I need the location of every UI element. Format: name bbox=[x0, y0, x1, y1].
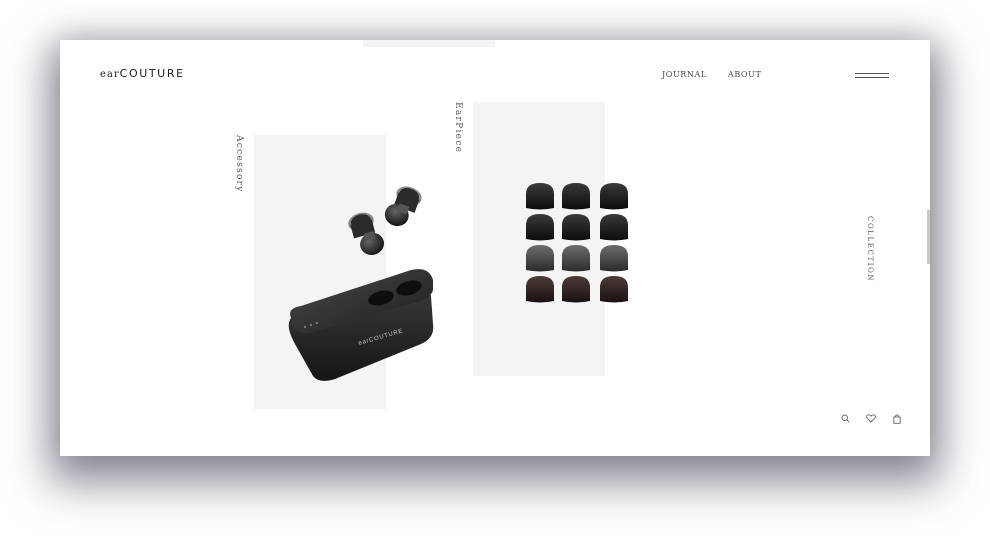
earpiece-label[interactable]: EarPiece bbox=[453, 102, 463, 153]
bag-icon[interactable] bbox=[893, 414, 901, 424]
accessory-label[interactable]: Accessory bbox=[234, 135, 244, 193]
brand-logo[interactable]: earCOUTURE bbox=[100, 67, 185, 80]
search-icon[interactable] bbox=[841, 414, 850, 423]
top-tab bbox=[363, 40, 495, 47]
collection-label[interactable]: COLLECTION bbox=[866, 216, 874, 282]
earbuds-case-image[interactable]: earCOUTURE bbox=[283, 174, 443, 384]
nav-journal-link[interactable]: JOURNAL bbox=[662, 70, 707, 79]
heart-icon[interactable] bbox=[866, 414, 876, 423]
hamburger-icon[interactable] bbox=[855, 72, 889, 79]
ear-tips-image[interactable] bbox=[523, 180, 643, 305]
scroll-indicator[interactable] bbox=[927, 210, 930, 264]
nav-about-link[interactable]: ABOUT bbox=[728, 70, 761, 79]
logo-main: COUTURE bbox=[119, 67, 185, 80]
logo-prefix: ear bbox=[100, 69, 120, 80]
menu-line bbox=[855, 73, 889, 74]
menu-line bbox=[855, 77, 889, 78]
page: earCOUTURE JOURNAL ABOUT Accessory EarPi… bbox=[60, 40, 930, 456]
